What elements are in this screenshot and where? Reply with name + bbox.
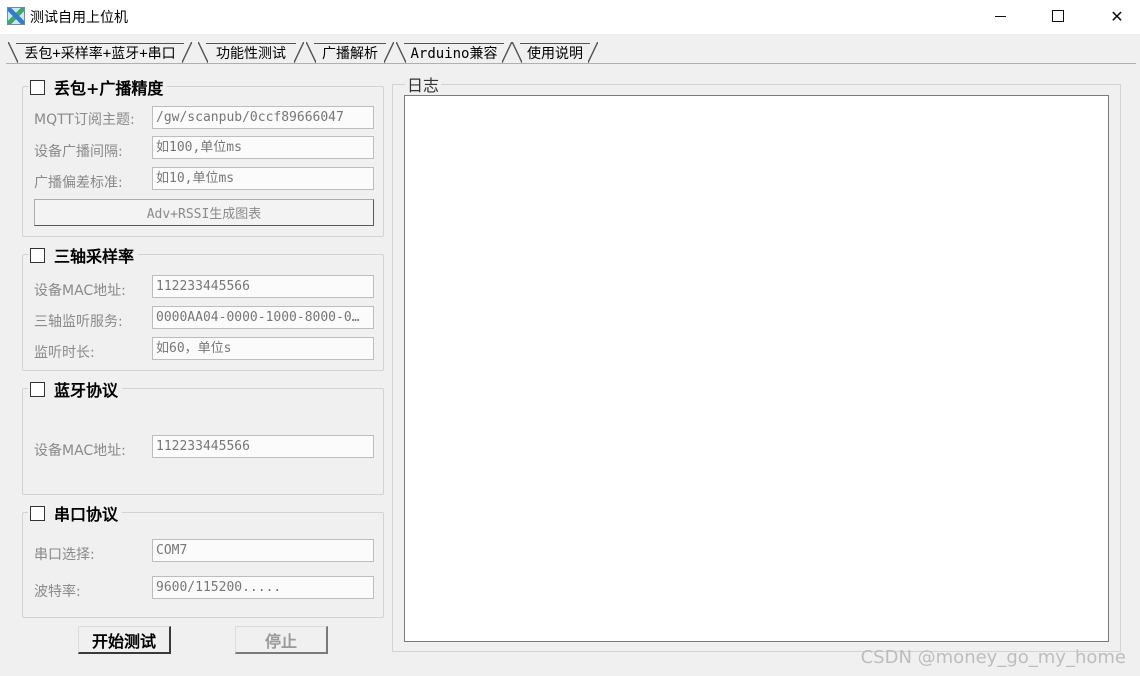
serial-port-input[interactable]: COM7 <box>152 539 374 562</box>
adv-deviation-label: 广播偏差标准: <box>34 175 123 191</box>
start-test-button[interactable]: 开始测试 <box>78 626 171 654</box>
packet-loss-checkbox[interactable] <box>30 79 45 95</box>
tab-label: 广播解析 <box>322 45 378 62</box>
serial-port-label: 串口选择: <box>34 547 95 563</box>
tab-label: Arduino兼容 <box>410 45 498 62</box>
tab-help[interactable]: 使用说明 <box>512 42 598 63</box>
bluetooth-checkbox[interactable] <box>30 381 45 397</box>
axis-service-label: 三轴监听服务: <box>34 314 123 330</box>
watermark: CSDN @money_go_my_home <box>860 647 1126 668</box>
group-packet-loss: 丢包+广播精度 MQTT订阅主题: /gw/scanpub/0ccf896660… <box>22 76 384 237</box>
mqtt-topic-label: MQTT订阅主题: <box>34 112 135 128</box>
tab-packet-loss[interactable]: 丢包+采样率+蓝牙+串口 <box>8 42 192 63</box>
adv-interval-label: 设备广播间隔: <box>34 144 123 160</box>
group-header: 串口协议 <box>28 502 123 524</box>
tab-strip: 丢包+采样率+蓝牙+串口 功能性测试 广播解析 Arduino兼容 使用说明 <box>6 42 1140 64</box>
group-title: 三轴采样率 <box>54 247 135 266</box>
tab-label: 功能性测试 <box>216 45 286 62</box>
maximize-button[interactable] <box>1035 0 1081 32</box>
maximize-icon <box>1052 10 1064 22</box>
log-title: 日志 <box>405 72 442 96</box>
baud-rate-input[interactable]: 9600/115200..... <box>152 576 374 599</box>
baud-rate-label: 波特率: <box>34 584 81 600</box>
tab-panel-border <box>6 63 1136 64</box>
minimize-icon <box>994 15 1006 17</box>
mqtt-topic-input[interactable]: /gw/scanpub/0ccf89666047 <box>152 106 374 129</box>
listen-duration-input[interactable]: 如60，单位s <box>152 337 374 360</box>
close-button[interactable]: ✕ <box>1094 0 1140 32</box>
tab-arduino[interactable]: Arduino兼容 <box>396 42 512 63</box>
bt-device-mac-input[interactable]: 112233445566 <box>152 435 374 458</box>
group-header: 丢包+广播精度 <box>28 76 168 98</box>
window-title: 测试自用上位机 <box>30 10 128 26</box>
adv-interval-input[interactable]: 如100,单位ms <box>152 136 374 159</box>
close-icon: ✕ <box>1110 6 1124 26</box>
group-title: 蓝牙协议 <box>54 381 119 400</box>
listen-duration-label: 监听时长: <box>34 345 95 361</box>
group-bluetooth: 蓝牙协议 设备MAC地址: 112233445566 <box>22 378 384 495</box>
app-icon <box>7 7 25 25</box>
minimize-button[interactable] <box>977 0 1023 32</box>
stop-button[interactable]: 停止 <box>235 626 328 654</box>
tab-label: 使用说明 <box>527 45 583 62</box>
axis-service-input[interactable]: 0000AA04-0000-1000-8000-0… <box>152 306 374 329</box>
group-header: 三轴采样率 <box>28 244 139 266</box>
tab-function-test[interactable]: 功能性测试 <box>198 42 304 63</box>
serial-checkbox[interactable] <box>30 505 45 521</box>
device-mac-label: 设备MAC地址: <box>34 283 126 299</box>
group-serial: 串口协议 串口选择: COM7 波特率: 9600/115200..... <box>22 502 384 618</box>
device-mac-input[interactable]: 112233445566 <box>152 275 374 298</box>
adv-deviation-input[interactable]: 如10,单位ms <box>152 167 374 190</box>
group-header: 蓝牙协议 <box>28 378 123 400</box>
log-textarea[interactable] <box>404 95 1109 642</box>
group-sampling: 三轴采样率 设备MAC地址: 112233445566 三轴监听服务: 0000… <box>22 244 384 371</box>
group-title: 串口协议 <box>54 505 119 524</box>
generate-chart-button[interactable]: Adv+RSSI生成图表 <box>34 199 374 226</box>
title-bar: 测试自用上位机 ✕ <box>0 0 1140 34</box>
tab-broadcast-parse[interactable]: 广播解析 <box>306 42 394 63</box>
bt-device-mac-label: 设备MAC地址: <box>34 443 126 459</box>
group-title: 丢包+广播精度 <box>54 79 164 98</box>
tab-label: 丢包+采样率+蓝牙+串口 <box>24 45 176 62</box>
sampling-checkbox[interactable] <box>30 247 45 263</box>
